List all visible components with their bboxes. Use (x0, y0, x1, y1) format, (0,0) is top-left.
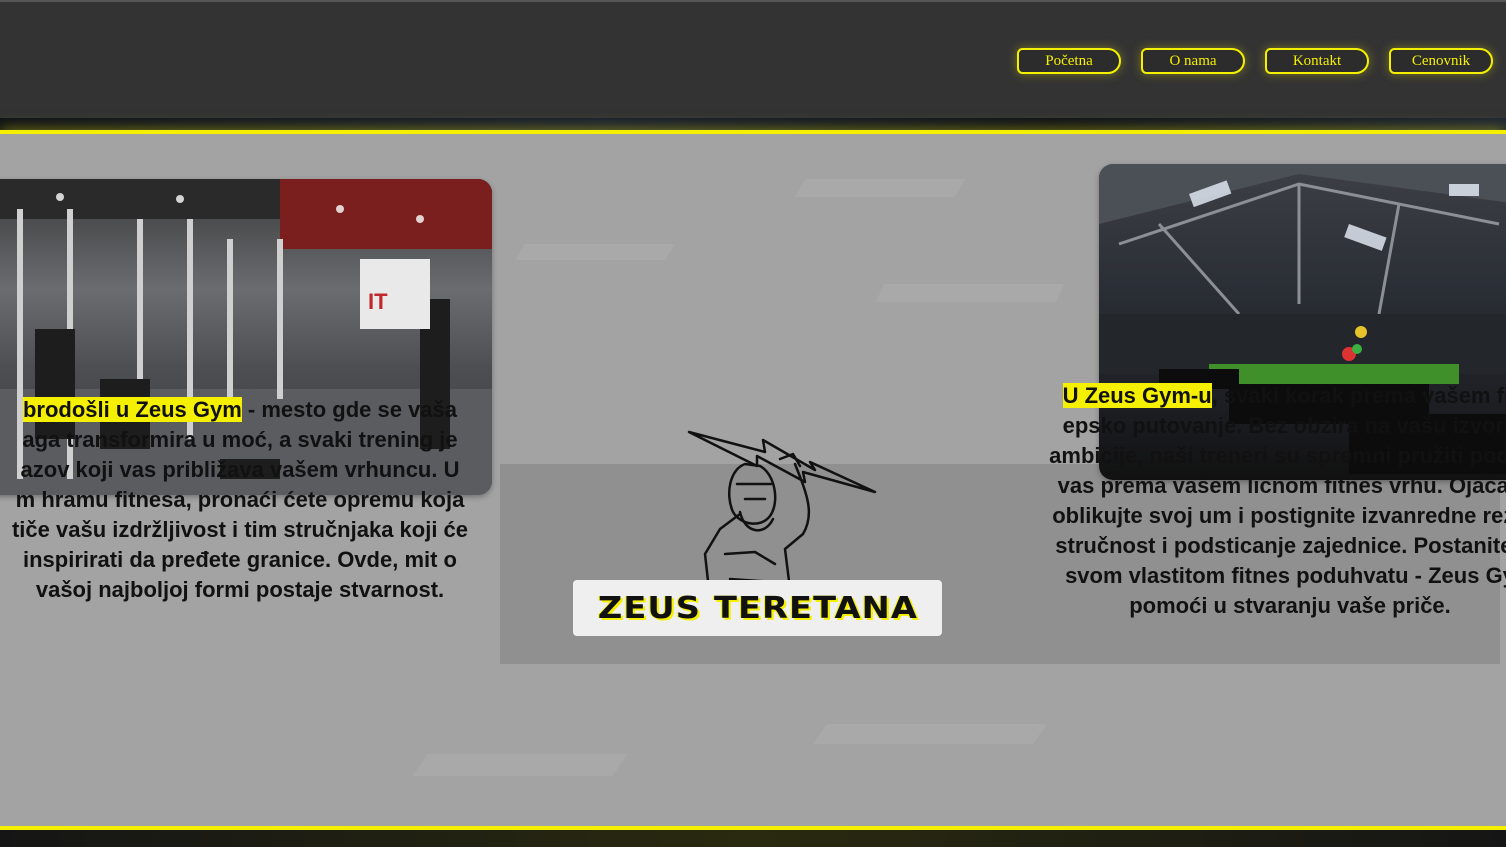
about-text: U Zeus Gym-u, svaki korak prema vašem fi… (980, 381, 1506, 621)
about-line: pomoći u stvaranju vaše priče. (1129, 593, 1451, 618)
nav-button-kontakt[interactable]: Kontakt (1265, 48, 1369, 74)
svg-text:IT: IT (368, 289, 388, 314)
about-line: svom vlastitom fitnes poduhvatu - Zeus G… (1065, 563, 1506, 588)
welcome-text: brodošli u Zeus Gym - mesto gde se vaša … (0, 395, 520, 605)
welcome-highlight: brodošli u Zeus Gym (22, 397, 242, 422)
about-line: stručnost i podsticanje zajednice. Posta… (1055, 533, 1506, 558)
about-line: vas prema vašem licnom fitnes vrhu. Ojač… (1057, 473, 1506, 498)
about-line: ambicije, naši treneri su spremni pružit… (1049, 443, 1506, 468)
about-highlight: U Zeus Gym-u (1062, 383, 1212, 408)
title-box: ZEUS TERETANA (573, 580, 942, 636)
bg-light-1 (794, 179, 966, 197)
main-nav: Početna O nama Kontakt Cenovnik (1017, 48, 1493, 74)
welcome-line: inspirirati da pređete granice. Ovde, mi… (22, 547, 457, 572)
bg-light-4 (412, 754, 628, 776)
welcome-line: m hramu fitnesa, pronaći ćete opremu koj… (15, 487, 465, 512)
site-title: ZEUS TERETANA (597, 590, 918, 626)
site-header: Početna O nama Kontakt Cenovnik (0, 0, 1506, 118)
bg-light-2 (515, 244, 675, 260)
about-line: oblikujte svoj um i postignite izvanredn… (1052, 503, 1506, 528)
nav-button-o-nama[interactable]: O nama (1141, 48, 1245, 74)
welcome-line: vašoj najboljoj formi postaje stvarnost. (35, 577, 445, 602)
about-line: epsko putovanje. Bez obzira na vašu izvo… (1062, 413, 1506, 438)
welcome-line: azov koji vas približava vašem vrhuncu. … (20, 457, 460, 482)
bg-light-3 (875, 284, 1065, 302)
welcome-line: tiče vašu izdržljivost i tim stručnjaka … (11, 517, 469, 542)
nav-button-pocetna[interactable]: Početna (1017, 48, 1121, 74)
bg-light-5 (812, 724, 1048, 744)
nav-button-cenovnik[interactable]: Cenovnik (1389, 48, 1493, 74)
welcome-line: - mesto gde se vaša (241, 397, 458, 422)
about-line: , svaki korak prema vašem fit (1211, 383, 1506, 408)
footer-strip (0, 830, 1506, 847)
welcome-line: aga transformira u moć, a svaki trening … (22, 427, 458, 452)
header-divider (0, 118, 1506, 130)
